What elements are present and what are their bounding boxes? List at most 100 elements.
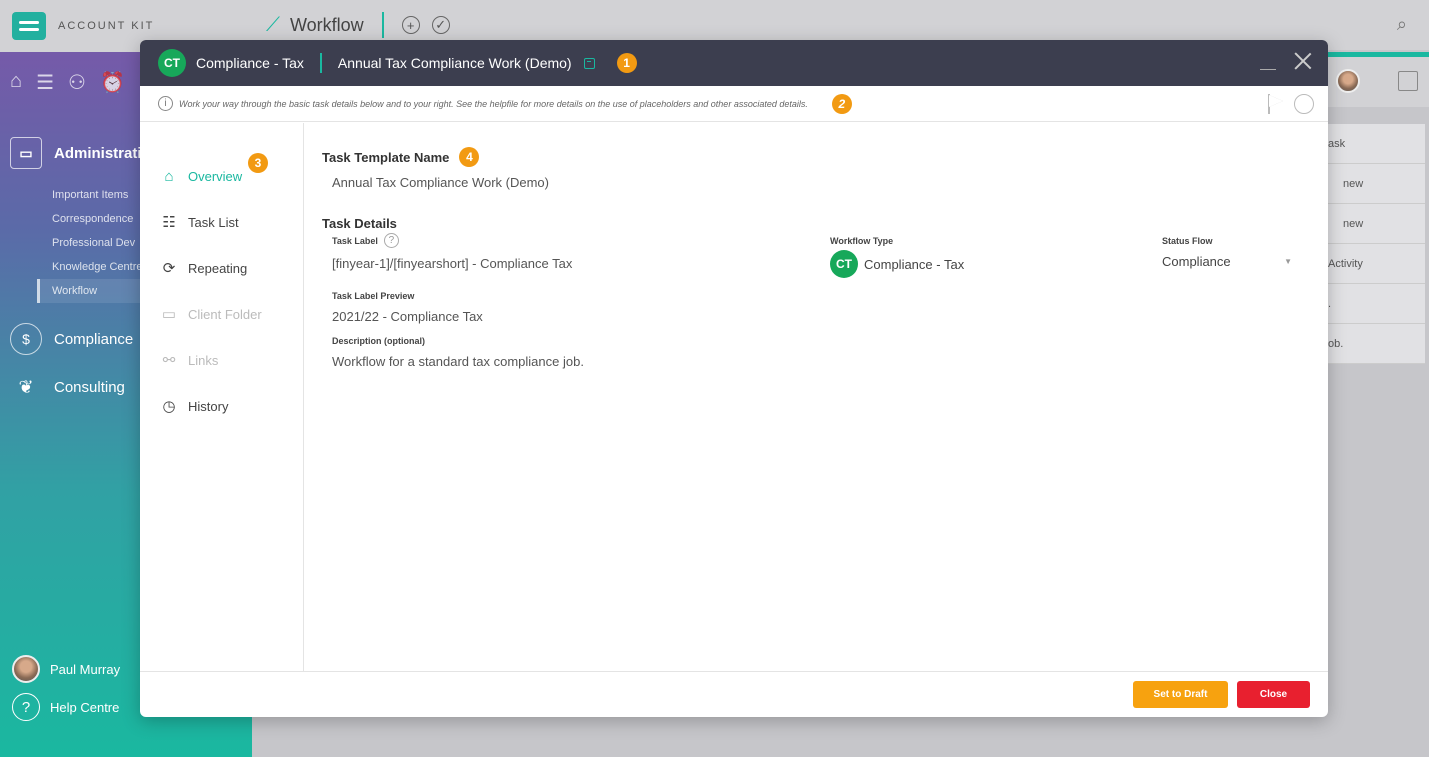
- account-kit-logo: [12, 12, 46, 40]
- flag-icon[interactable]: [1266, 94, 1284, 114]
- tab-client-folder[interactable]: ▭ Client Folder: [140, 291, 303, 337]
- list-item[interactable]: .: [1328, 284, 1425, 324]
- alarm-icon[interactable]: ⏰: [100, 70, 125, 95]
- list-item[interactable]: Activity: [1328, 244, 1425, 284]
- field-label: Task Label Preview: [332, 291, 415, 301]
- home-icon[interactable]: ⌂: [10, 70, 22, 95]
- briefcase-icon: ▭: [10, 137, 42, 169]
- tab-label: Overview: [188, 168, 243, 184]
- field-label: Task Label: [332, 235, 378, 246]
- header-divider: [319, 53, 322, 73]
- avatar[interactable]: [1336, 69, 1360, 93]
- home-icon: ⌂: [164, 167, 174, 185]
- module-title: Workflow: [290, 14, 364, 35]
- people-icon[interactable]: ⚇: [68, 70, 86, 95]
- info-text: Work your way through the basic task det…: [179, 98, 808, 109]
- tab-history[interactable]: ◷ History: [140, 383, 303, 429]
- tab-repeating[interactable]: ⟳ Repeating: [140, 245, 303, 291]
- add-icon[interactable]: +: [401, 16, 420, 34]
- task-details-heading: Task Details: [322, 216, 397, 231]
- step-badge-1: 1: [616, 53, 637, 73]
- grid-view-icon[interactable]: [1398, 71, 1418, 91]
- tab-task-list[interactable]: ☷ Task List: [140, 199, 303, 245]
- info-actions: [1266, 94, 1314, 114]
- help-label: Help Centre: [50, 699, 120, 715]
- help-icon[interactable]: ?: [383, 233, 399, 248]
- workflow-type-badge: CT: [830, 250, 858, 278]
- modal-header: CT Compliance - Tax Annual Tax Complianc…: [140, 40, 1328, 86]
- plant-hand-icon: ❦: [18, 376, 34, 397]
- background-task-list: ask new new Activity . ob.: [1328, 124, 1425, 364]
- status-flow-select[interactable]: Status Flow Compliance ▼: [1162, 236, 1292, 269]
- field-label: Status Flow: [1162, 236, 1213, 246]
- brand-name: ACCOUNT KIT: [58, 20, 155, 32]
- folder-icon: ▭: [161, 306, 177, 323]
- field-label: Description (optional): [332, 336, 425, 346]
- set-to-draft-button[interactable]: Set to Draft: [1133, 681, 1228, 708]
- list-item[interactable]: ob.: [1328, 324, 1425, 364]
- task-label-preview-field: Task Label Preview 2021/22 - Compliance …: [332, 291, 483, 324]
- help-icon: ?: [12, 693, 40, 721]
- search-icon[interactable]: ⌕: [1397, 14, 1407, 35]
- tab-label: History: [188, 398, 229, 414]
- tab-label: Links: [188, 352, 219, 368]
- avatar: [12, 655, 40, 683]
- checklist-icon: ☷: [162, 214, 176, 231]
- list-item[interactable]: ask: [1328, 124, 1425, 164]
- task-label-field[interactable]: Task Label ? [finyear-1]/[finyearshort] …: [332, 233, 572, 271]
- description-field[interactable]: Description (optional) Workflow for a st…: [332, 336, 584, 369]
- minimize-icon[interactable]: [1260, 52, 1276, 70]
- divider: [381, 12, 384, 38]
- user-name: Paul Murray: [50, 661, 121, 677]
- help-centre-link[interactable]: ? Help Centre: [12, 693, 120, 721]
- sidebar-section-label: Consulting: [54, 378, 125, 396]
- list-item[interactable]: new: [1328, 164, 1425, 204]
- template-name-heading: Task Template Name 4: [322, 147, 1310, 167]
- tab-label: Client Folder: [188, 306, 262, 322]
- user-profile[interactable]: Paul Murray: [12, 655, 120, 683]
- user-icon[interactable]: [1294, 94, 1314, 114]
- task-label-preview-value: 2021/22 - Compliance Tax: [332, 309, 483, 324]
- list-icon[interactable]: ☰: [36, 70, 54, 95]
- right-toolbar: [1328, 57, 1429, 107]
- tab-overview[interactable]: ⌂ Overview 3: [140, 153, 303, 199]
- template-name-value[interactable]: Annual Tax Compliance Work (Demo): [332, 175, 1310, 190]
- link-icon: ⚯: [162, 352, 176, 369]
- info-icon: i: [158, 96, 173, 111]
- sidebar-footer: Paul Murray ? Help Centre: [12, 645, 120, 721]
- copy-icon[interactable]: [583, 57, 595, 69]
- modal-body: ⌂ Overview 3 ☷ Task List ⟳ Repeating ▭ C…: [140, 123, 1328, 671]
- step-badge-4: 4: [459, 147, 480, 167]
- list-item[interactable]: new: [1328, 204, 1425, 244]
- tab-label: Repeating: [188, 260, 248, 276]
- status-flow-text: Compliance: [1162, 254, 1231, 269]
- step-badge-2: 2: [831, 93, 852, 114]
- info-bar: i Work your way through the basic task d…: [140, 86, 1328, 122]
- repeat-icon: ⟳: [162, 260, 176, 277]
- workflow-type-field[interactable]: Workflow Type CT Compliance - Tax: [830, 236, 964, 278]
- header-actions: [1260, 52, 1312, 70]
- tab-label: Task List: [188, 214, 239, 230]
- tab-links[interactable]: ⚯ Links: [140, 337, 303, 383]
- overview-panel: Task Template Name 4 Annual Tax Complian…: [304, 123, 1328, 671]
- history-icon: ◷: [162, 398, 176, 415]
- workflow-type-badge: CT: [158, 49, 186, 77]
- task-label-value[interactable]: [finyear-1]/[finyearshort] - Compliance …: [332, 256, 572, 271]
- status-flow-value[interactable]: Compliance ▼: [1162, 254, 1292, 269]
- close-icon[interactable]: [1294, 52, 1312, 70]
- close-button[interactable]: Close: [1237, 681, 1310, 708]
- modal-side-nav: ⌂ Overview 3 ☷ Task List ⟳ Repeating ▭ C…: [140, 123, 304, 671]
- field-label: Workflow Type: [830, 236, 894, 246]
- sidebar-section-label: Compliance: [54, 330, 134, 348]
- template-name-label: Task Template Name: [322, 149, 450, 165]
- workflow-type-text: Compliance - Tax: [864, 256, 965, 272]
- check-icon[interactable]: ✓: [431, 16, 450, 34]
- modal-footer: Set to Draft Close: [140, 671, 1328, 717]
- step-badge-3: 3: [248, 153, 268, 173]
- workflow-type-value[interactable]: CT Compliance - Tax: [830, 250, 964, 278]
- workflow-icon: ⟋: [266, 13, 280, 36]
- header-workflow-type: Compliance - Tax: [196, 55, 304, 71]
- description-value[interactable]: Workflow for a standard tax compliance j…: [332, 354, 584, 369]
- modal-title: Annual Tax Compliance Work (Demo): [337, 55, 572, 71]
- chevron-down-icon: ▼: [1284, 257, 1292, 266]
